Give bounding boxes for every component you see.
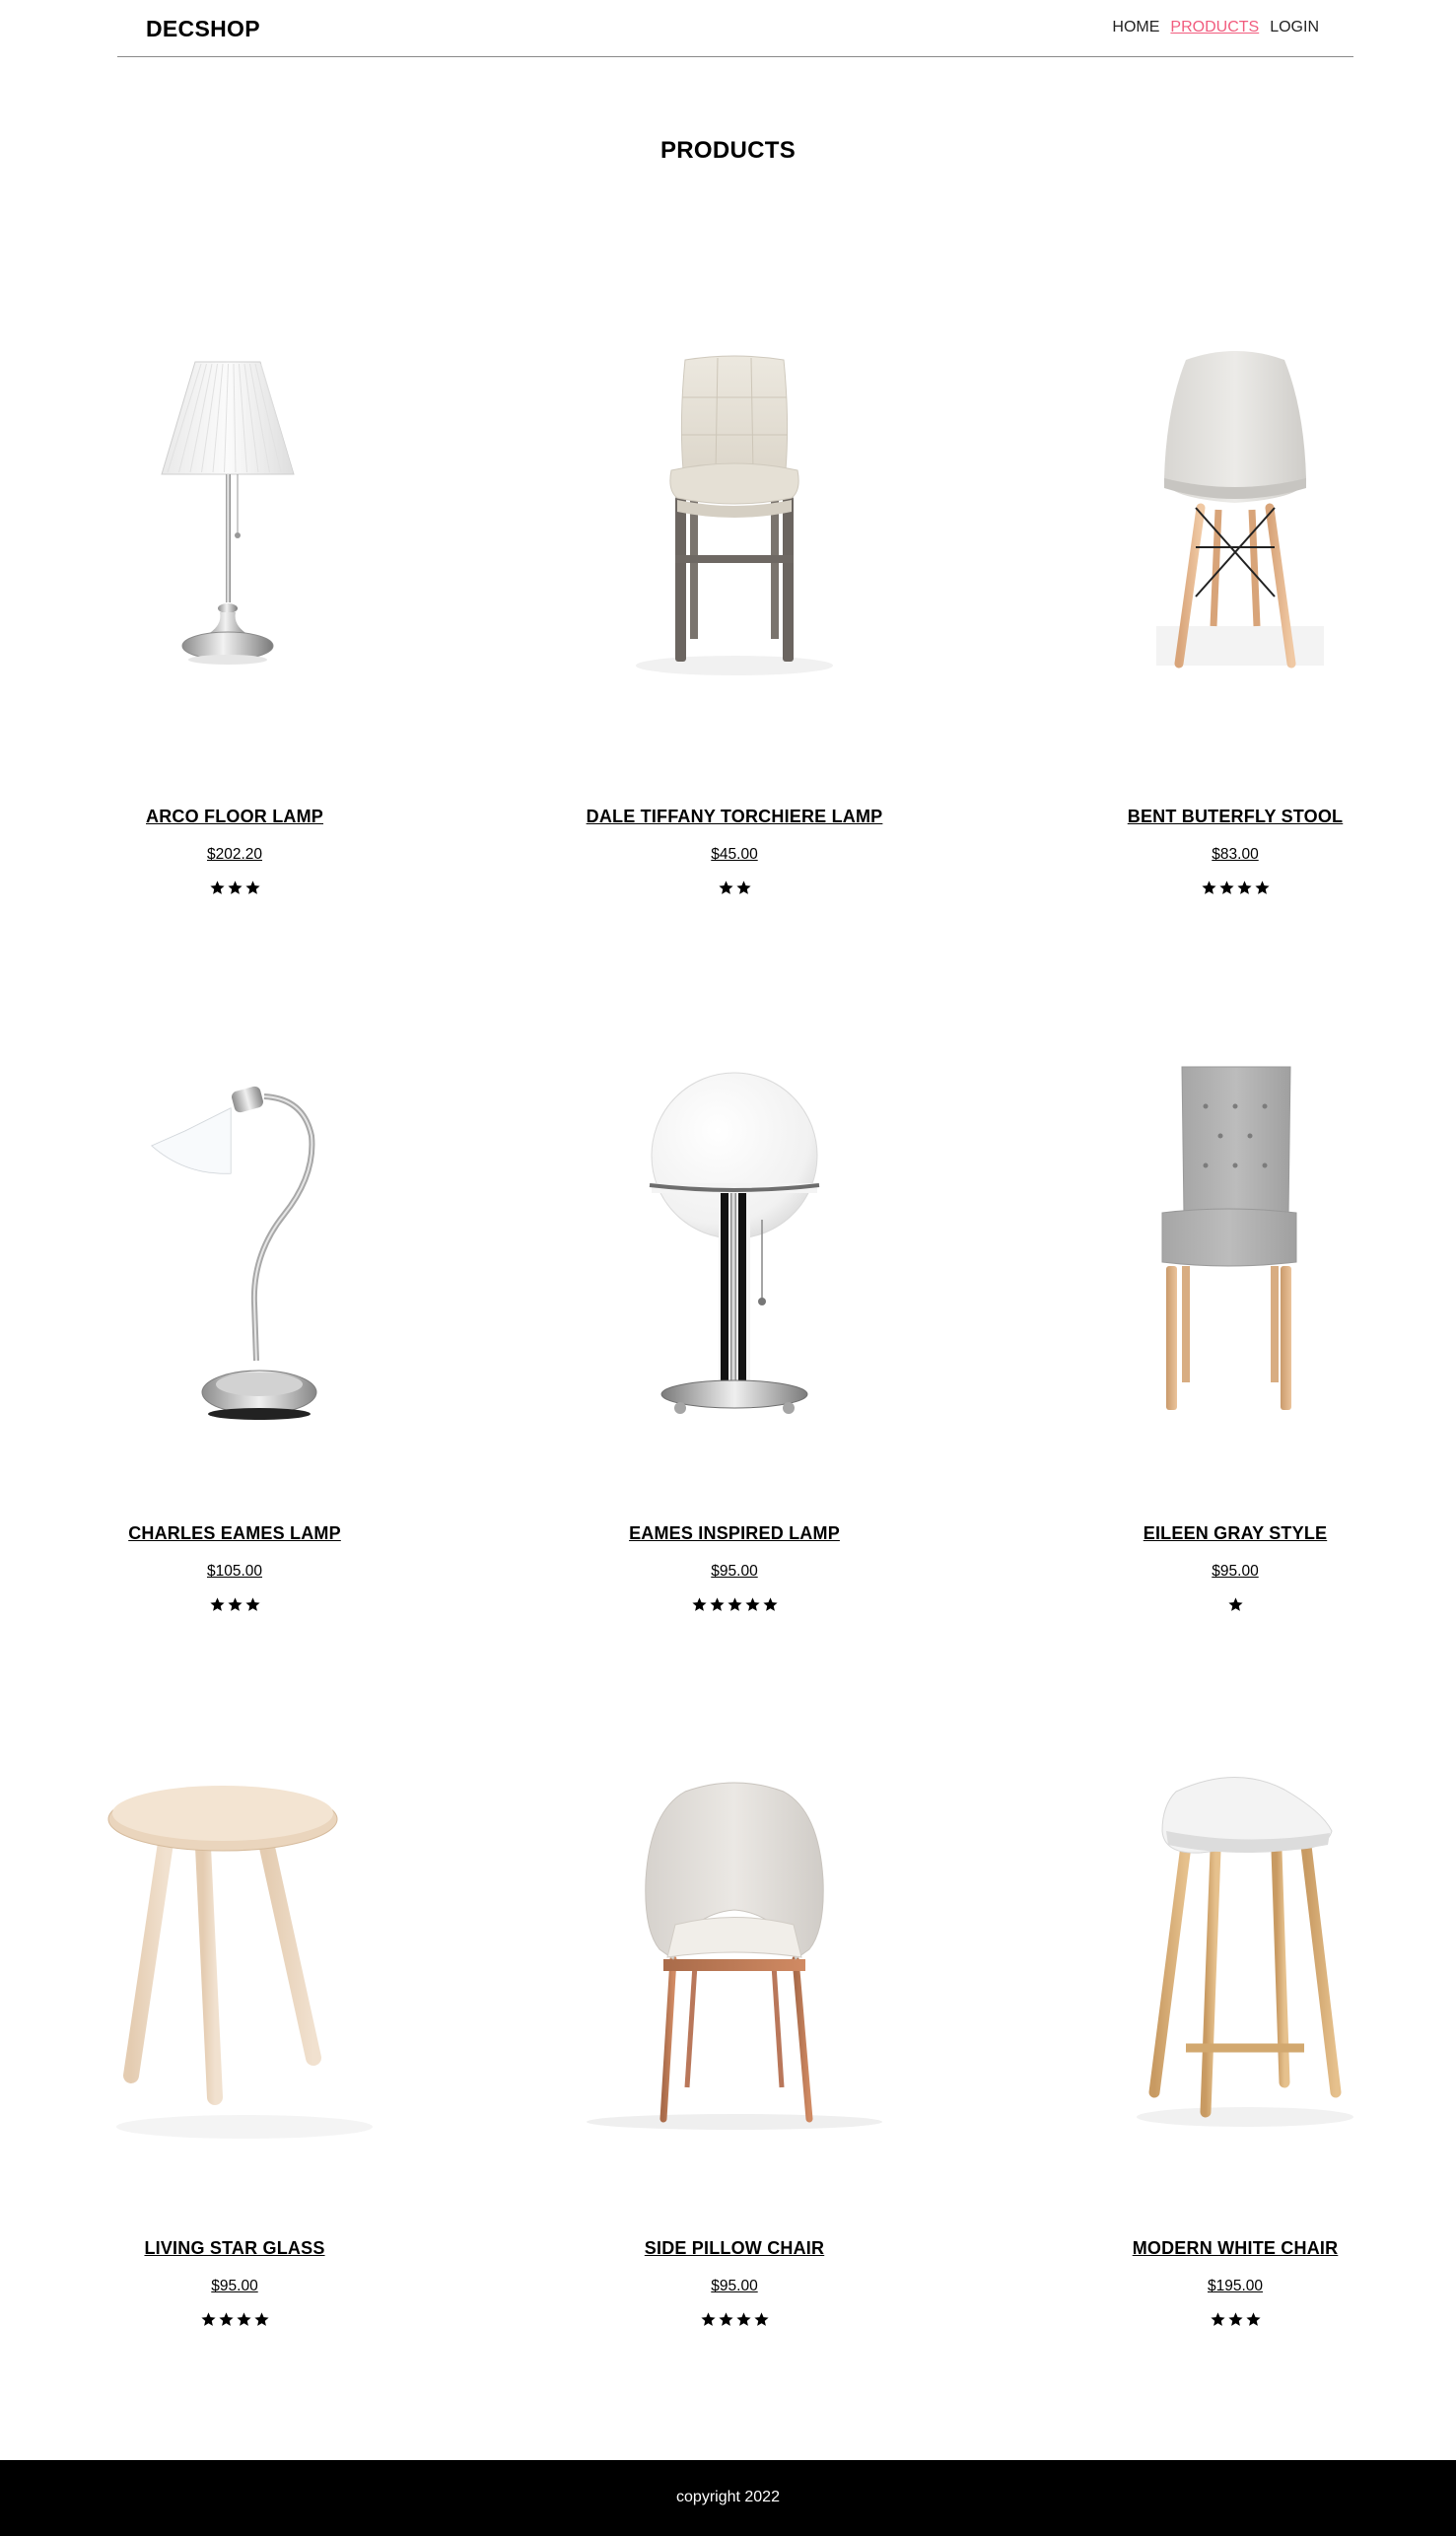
rating-stars	[537, 880, 932, 901]
star-icon	[762, 1596, 779, 1618]
product-name[interactable]: EILEEN GRAY STYLE	[1038, 1523, 1432, 1544]
star-icon	[1227, 1596, 1244, 1618]
desk-lamp-image[interactable]	[37, 1047, 432, 1432]
star-icon	[227, 880, 243, 901]
star-icon	[753, 2311, 770, 2333]
product-price[interactable]: $95.00	[537, 1563, 932, 1581]
star-icon	[1245, 2311, 1262, 2333]
copyright-text: copyright 2022	[676, 2489, 780, 2505]
rating-stars	[37, 1596, 432, 1618]
rating-stars	[1038, 1596, 1432, 1618]
page-title: PRODUCTS	[659, 137, 797, 164]
star-icon	[1236, 880, 1253, 901]
rating-stars	[537, 1596, 932, 1618]
product-price[interactable]: $83.00	[1038, 846, 1432, 864]
star-icon	[700, 2311, 717, 2333]
product-name[interactable]: CHARLES EAMES LAMP	[37, 1523, 432, 1544]
product-name[interactable]: SIDE PILLOW CHAIR	[537, 2238, 932, 2259]
star-icon	[735, 2311, 752, 2333]
nav-login[interactable]: LOGIN	[1270, 19, 1319, 36]
product-price[interactable]: $202.20	[37, 846, 432, 864]
nav-products[interactable]: PRODUCTS	[1170, 19, 1259, 36]
star-icon	[244, 880, 261, 901]
rating-stars	[1038, 880, 1432, 901]
product-name[interactable]: EAMES INSPIRED LAMP	[537, 1523, 932, 1544]
tufted-chair-image[interactable]	[1038, 1047, 1432, 1432]
globe-lamp-image[interactable]	[537, 1047, 932, 1432]
product-name[interactable]: DALE TIFFANY TORCHIERE LAMP	[537, 807, 932, 827]
floor-lamp-image[interactable]	[37, 330, 432, 715]
product-name[interactable]: LIVING STAR GLASS	[37, 2238, 432, 2259]
site-footer: copyright 2022	[0, 2460, 1456, 2536]
site-header: DECSHOP HOME PRODUCTS LOGIN	[117, 0, 1353, 57]
star-icon	[709, 1596, 726, 1618]
star-icon	[744, 1596, 761, 1618]
star-icon	[718, 2311, 734, 2333]
star-icon	[735, 880, 752, 901]
star-icon	[1201, 880, 1217, 901]
star-icon	[218, 2311, 235, 2333]
product-name[interactable]: BENT BUTERFLY STOOL	[1038, 807, 1432, 827]
star-icon	[253, 2311, 270, 2333]
star-icon	[1218, 880, 1235, 901]
product-price[interactable]: $195.00	[1038, 2278, 1432, 2295]
main-nav: HOME PRODUCTS LOGIN	[1112, 19, 1319, 36]
star-icon	[718, 880, 734, 901]
star-icon	[691, 1596, 708, 1618]
star-icon	[1254, 880, 1271, 901]
rating-stars	[37, 2311, 432, 2333]
star-icon	[1227, 2311, 1244, 2333]
product-price[interactable]: $95.00	[537, 2278, 932, 2295]
product-price[interactable]: $45.00	[537, 846, 932, 864]
product-price[interactable]: $105.00	[37, 1563, 432, 1581]
round-stool-image[interactable]	[37, 1762, 432, 2147]
rating-stars	[37, 880, 432, 901]
star-icon	[227, 1596, 243, 1618]
star-icon	[727, 1596, 743, 1618]
product-price[interactable]: $95.00	[37, 2278, 432, 2295]
star-icon	[236, 2311, 252, 2333]
shell-chair-image[interactable]	[1038, 330, 1432, 715]
rating-stars	[1038, 2311, 1432, 2333]
product-name[interactable]: ARCO FLOOR LAMP	[37, 807, 432, 827]
product-price[interactable]: $95.00	[1038, 1563, 1432, 1581]
rating-stars	[537, 2311, 932, 2333]
bar-stool-image[interactable]	[1038, 1762, 1432, 2147]
nav-home[interactable]: HOME	[1112, 19, 1159, 36]
armchair-image[interactable]	[537, 1762, 932, 2147]
star-icon	[200, 2311, 217, 2333]
star-icon	[209, 1596, 226, 1618]
product-name[interactable]: MODERN WHITE CHAIR	[1038, 2238, 1432, 2259]
star-icon	[209, 880, 226, 901]
star-icon	[244, 1596, 261, 1618]
brand-logo[interactable]: DECSHOP	[146, 16, 260, 42]
upholstered-chair-image[interactable]	[537, 330, 932, 715]
star-icon	[1210, 2311, 1226, 2333]
